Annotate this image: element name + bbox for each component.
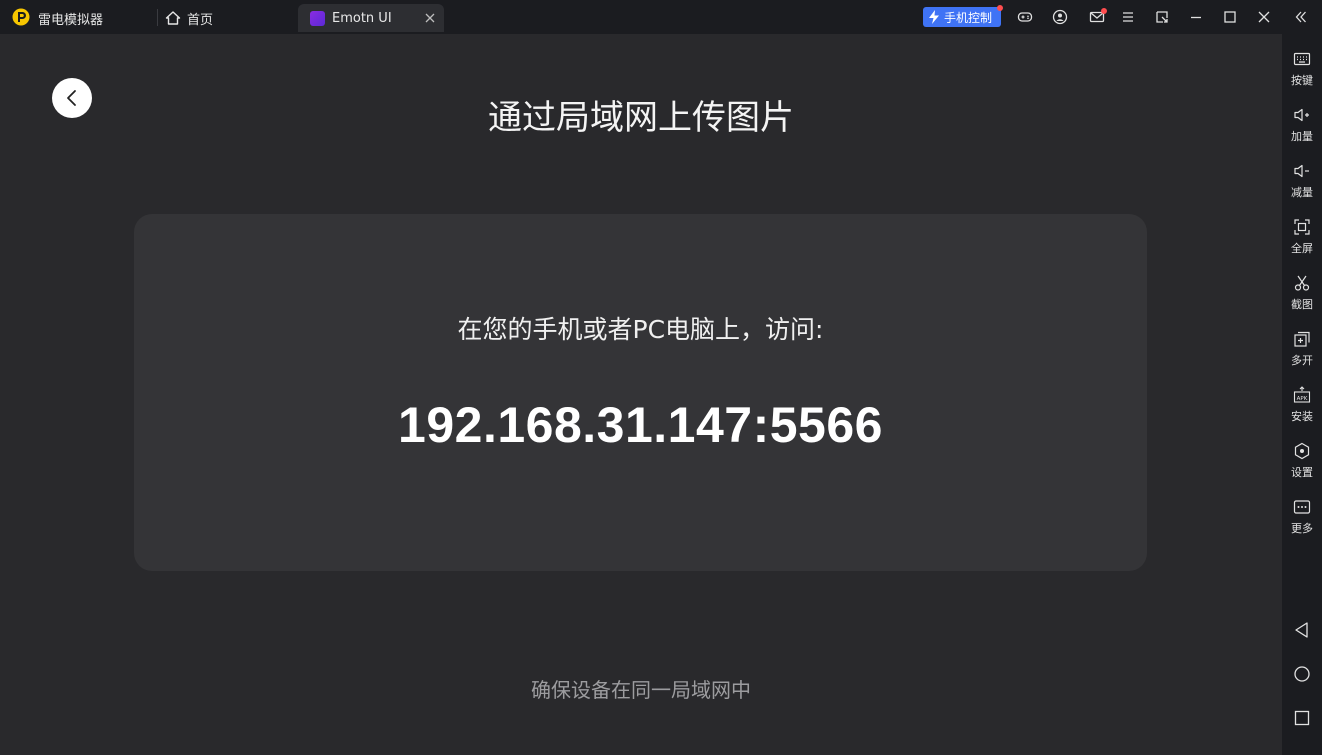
more-icon xyxy=(1293,500,1311,514)
sidebar-item-label: 多开 xyxy=(1291,354,1313,367)
volume-up-icon xyxy=(1294,108,1309,122)
android-home-icon[interactable] xyxy=(1293,665,1311,683)
emulator-screen: 通过局域网上传图片 在您的手机或者PC电脑上，访问: 192.168.31.14… xyxy=(0,34,1282,755)
minimize-icon[interactable] xyxy=(1188,9,1204,25)
svg-text:APK: APK xyxy=(1297,396,1308,402)
app-name: 雷电模拟器 xyxy=(38,13,104,28)
lightning-icon xyxy=(929,10,939,24)
close-window-icon[interactable] xyxy=(1256,9,1272,25)
apk-install-icon: APK xyxy=(1293,386,1311,403)
sidebar-item-more[interactable]: 更多 xyxy=(1282,498,1322,548)
tab-emotn-ui[interactable]: Emotn UI xyxy=(298,4,444,32)
home-icon xyxy=(165,11,181,25)
android-back-icon[interactable] xyxy=(1293,621,1311,639)
sidebar-item-label: 更多 xyxy=(1291,522,1313,535)
home-tab-label: 首页 xyxy=(187,12,214,28)
home-tab[interactable]: 首页 xyxy=(165,8,213,28)
keyboard-icon xyxy=(1293,52,1311,66)
android-recents-icon[interactable] xyxy=(1293,709,1311,727)
close-tab-icon[interactable] xyxy=(424,12,436,24)
multi-instance-icon xyxy=(1294,331,1310,347)
sidebar-item-label: 全屏 xyxy=(1291,242,1313,255)
sidebar-item-volume-down[interactable]: 减量 xyxy=(1282,162,1322,212)
sidebar-item-fullscreen[interactable]: 全屏 xyxy=(1282,218,1322,268)
sidebar-item-install-apk[interactable]: APK 安装 xyxy=(1282,386,1322,436)
sidebar-item-label: 截图 xyxy=(1291,298,1313,311)
menu-icon[interactable] xyxy=(1120,9,1136,25)
emotn-app-icon xyxy=(310,11,325,26)
settings-icon xyxy=(1294,442,1310,460)
fullscreen-icon xyxy=(1294,219,1310,235)
address-card: 在您的手机或者PC电脑上，访问: 192.168.31.147:5566 xyxy=(134,214,1147,571)
page-title: 通过局域网上传图片 xyxy=(488,98,794,138)
phone-control-label: 手机控制 xyxy=(944,10,993,25)
sidebar-item-label: 安装 xyxy=(1291,410,1313,423)
scissors-icon xyxy=(1294,275,1310,291)
same-network-note: 确保设备在同一局域网中 xyxy=(531,678,751,702)
sidebar-item-label: 加量 xyxy=(1291,130,1313,143)
title-bar: 雷电模拟器 首页 Emotn UI 手机控制 xyxy=(0,0,1322,34)
sidebar-item-label: 减量 xyxy=(1291,186,1313,199)
lan-address: 192.168.31.147:5566 xyxy=(398,397,883,453)
sidebar-item-label: 设置 xyxy=(1291,466,1313,479)
sidebar-item-multi-instance[interactable]: 多开 xyxy=(1282,330,1322,380)
gamepad-icon[interactable] xyxy=(1017,9,1033,25)
user-account-icon[interactable] xyxy=(1052,9,1068,25)
right-sidebar: 按键 加量 减量 全屏 截图 多开 APK 安装 设置 更多 xyxy=(1282,34,1322,755)
sidebar-item-settings[interactable]: 设置 xyxy=(1282,442,1322,492)
maximize-icon[interactable] xyxy=(1222,9,1238,25)
sidebar-item-volume-up[interactable]: 加量 xyxy=(1282,106,1322,156)
phone-control-notification-dot xyxy=(997,5,1003,11)
collapse-sidebar-icon[interactable] xyxy=(1293,9,1309,25)
sidebar-item-screenshot[interactable]: 截图 xyxy=(1282,274,1322,324)
mail-notification-dot xyxy=(1101,8,1107,14)
volume-down-icon xyxy=(1294,164,1309,178)
sidebar-item-label: 按键 xyxy=(1291,74,1313,87)
app-logo-icon xyxy=(12,8,30,26)
titlebar-divider xyxy=(157,9,158,26)
access-instruction: 在您的手机或者PC电脑上，访问: xyxy=(457,315,824,344)
phone-control-button[interactable]: 手机控制 xyxy=(923,7,1001,27)
restore-window-icon[interactable] xyxy=(1154,9,1170,25)
tab-label: Emotn UI xyxy=(332,11,392,26)
sidebar-item-keymap[interactable]: 按键 xyxy=(1282,50,1322,100)
